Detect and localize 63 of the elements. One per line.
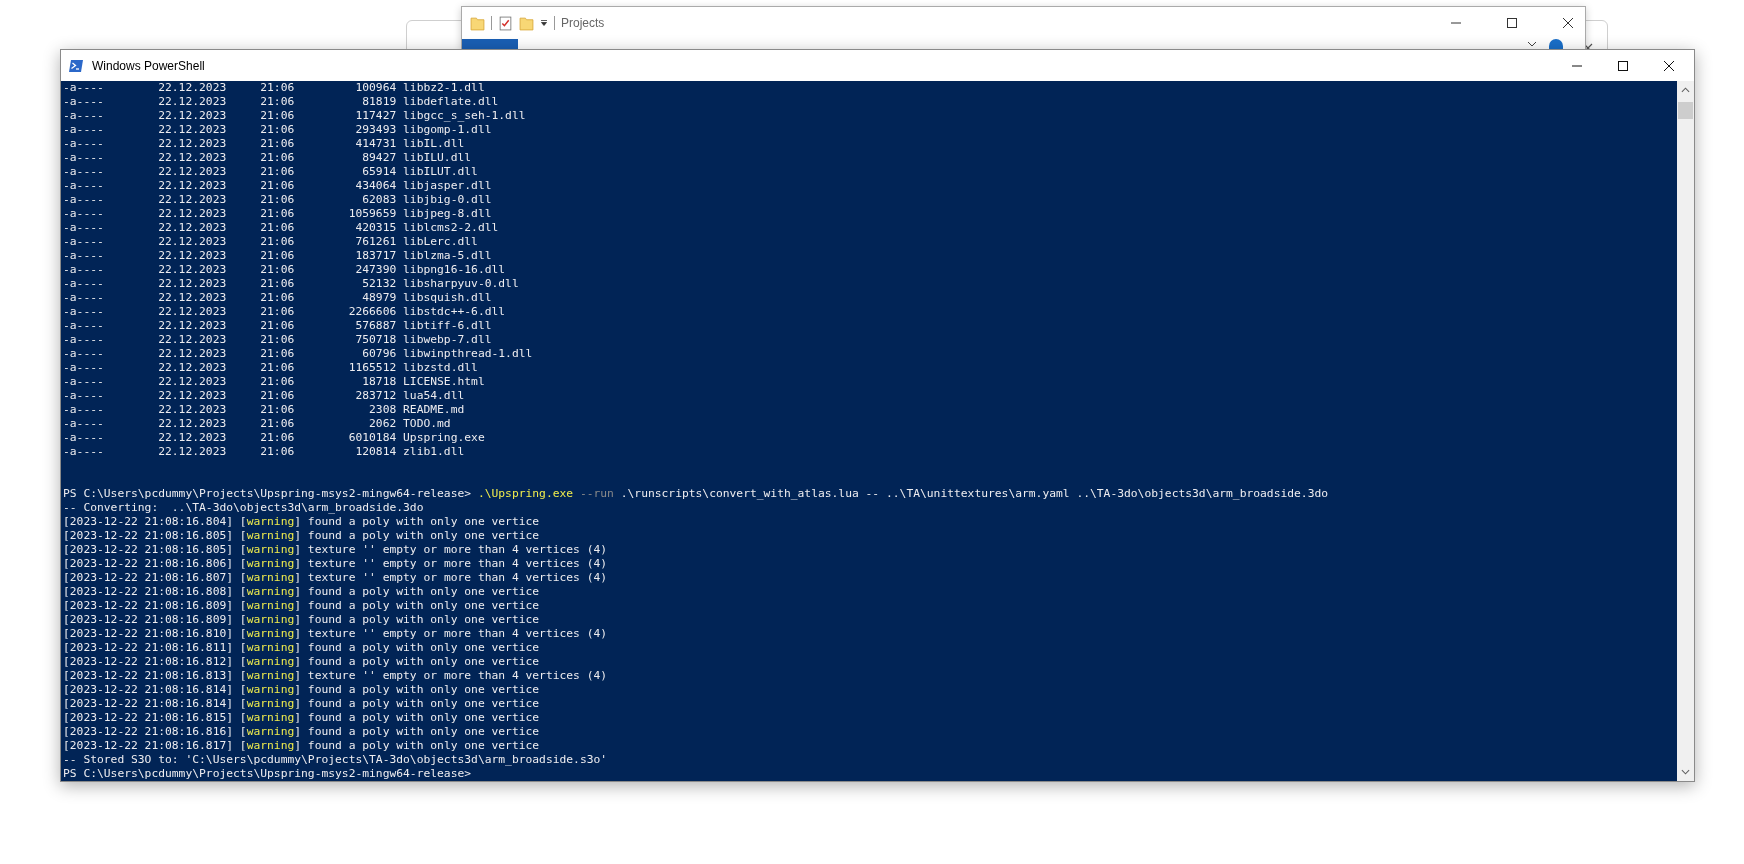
console-line: -a---- 22.12.2023 21:06 2266606 libstdc++-6.dll <box>63 305 507 319</box>
close-icon[interactable] <box>1664 60 1674 71</box>
console-line: [2023-12-22 21:08:16.809] [warning] found a poly with only one vertice <box>63 599 541 613</box>
console-line: [2023-12-22 21:08:16.804] [warning] found a poly with only one vertice <box>63 515 541 529</box>
console-line: [2023-12-22 21:08:16.814] [warning] found a poly with only one vertice <box>63 697 541 711</box>
console-line: -a---- 22.12.2023 21:06 18718 LICENSE.html <box>63 375 486 389</box>
console-line: -a---- 22.12.2023 21:06 120814 zlib1.dll <box>63 445 466 459</box>
console-line: -a---- 22.12.2023 21:06 48979 libsquish.dll <box>63 291 493 305</box>
console-line: -a---- 22.12.2023 21:06 1165512 libzstd.dll <box>63 361 479 375</box>
maximize-icon[interactable] <box>1507 18 1517 28</box>
scrollbar[interactable] <box>1677 81 1694 781</box>
close-icon[interactable] <box>1563 18 1573 28</box>
checklist-icon[interactable] <box>498 15 513 31</box>
console-line: [2023-12-22 21:08:16.814] [warning] found a poly with only one vertice <box>63 683 541 697</box>
console-line: [2023-12-22 21:08:16.817] [warning] found a poly with only one vertice <box>63 739 541 753</box>
console-line: [2023-12-22 21:08:16.811] [warning] found a poly with only one vertice <box>63 641 541 655</box>
dropdown-icon[interactable] <box>540 19 548 27</box>
console-line: -a---- 22.12.2023 21:06 761261 libLerc.dll <box>63 235 479 249</box>
console-line: -a---- 22.12.2023 21:06 420315 liblcms2-2.dll <box>63 221 500 235</box>
console-line: [2023-12-22 21:08:16.816] [warning] found a poly with only one vertice <box>63 725 541 739</box>
console-line: [2023-12-22 21:08:16.809] [warning] found a poly with only one vertice <box>63 613 541 627</box>
terminal-icon <box>68 57 84 74</box>
console-line: -a---- 22.12.2023 21:06 52132 libsharpyuv-0.dll <box>63 277 520 291</box>
help-icon[interactable] <box>1549 39 1563 49</box>
console-line: -a---- 22.12.2023 21:06 434064 libjasper.dll <box>63 179 493 193</box>
console-line: -a---- 22.12.2023 21:06 6010184 Upspring.exe <box>63 431 486 445</box>
console-line: -a---- 22.12.2023 21:06 183717 liblzma-5.dll <box>63 249 493 263</box>
console-line: [2023-12-22 21:08:16.813] [warning] texture '' empty or more than 4 vertices (4) <box>63 669 609 683</box>
console-line: [2023-12-22 21:08:16.806] [warning] texture '' empty or more than 4 vertices (4) <box>63 557 609 571</box>
console-line: -a---- 22.12.2023 21:06 60796 libwinpthread-1.dll <box>63 347 534 361</box>
scroll-down-icon[interactable] <box>1681 769 1690 775</box>
console-line: -a---- 22.12.2023 21:06 89427 libILU.dll <box>63 151 473 165</box>
console-line: -a---- 22.12.2023 21:06 2308 README.md <box>63 403 466 417</box>
console-line: -a---- 22.12.2023 21:06 2062 TODO.md <box>63 417 452 431</box>
console-line: [2023-12-22 21:08:16.807] [warning] texture '' empty or more than 4 vertices (4) <box>63 571 609 585</box>
console-line: [2023-12-22 21:08:16.805] [warning] found a poly with only one vertice <box>63 529 541 543</box>
console-line: [2023-12-22 21:08:16.808] [warning] found a poly with only one vertice <box>63 585 541 599</box>
console-line: -a---- 22.12.2023 21:06 117427 libgcc_s_seh-1.dll <box>63 109 527 123</box>
console-line: -a---- 22.12.2023 21:06 62083 libjbig-0.dll <box>63 193 493 207</box>
console-line: -a---- 22.12.2023 21:06 283712 lua54.dll <box>63 389 466 403</box>
window-title: Windows PowerShell <box>92 58 205 73</box>
console-line: -a---- 22.12.2023 21:06 81819 libdeflate.dll <box>63 95 500 109</box>
console-line: PS C:\Users\pcdummy\Projects\Upspring-msys2-mingw64-release> .\Upspring.exe --run .\runscripts\convert_with_atlas.lua -- ..\TA\unittextures\arm.yaml ..\TA-3do\objects3d\arm_broadside.3do <box>63 487 1330 501</box>
console-line: -a---- 22.12.2023 21:06 100964 libbz2-1.dll <box>63 81 486 95</box>
console-line: [2023-12-22 21:08:16.815] [warning] found a poly with only one vertice <box>63 711 541 725</box>
window-title: Projects <box>561 16 605 30</box>
console-line: [2023-12-22 21:08:16.812] [warning] found a poly with only one vertice <box>63 655 541 669</box>
console-line: -a---- 22.12.2023 21:06 65914 libILUT.dll <box>63 165 479 179</box>
maximize-icon[interactable] <box>1618 60 1628 71</box>
console-line: -a---- 22.12.2023 21:06 247390 libpng16-16.dll <box>63 263 507 277</box>
console-line: -a---- 22.12.2023 21:06 750718 libwebp-7.dll <box>63 333 493 347</box>
console-line: -a---- 22.12.2023 21:06 293493 libgomp-1.dll <box>63 123 493 137</box>
console-line: -- Stored S3O to: 'C:\Users\pcdummy\Projects\TA-3do\objects3d\arm_broadside.s3o' <box>63 753 609 767</box>
console-line: [2023-12-22 21:08:16.810] [warning] texture '' empty or more than 4 vertices (4) <box>63 627 609 641</box>
console-line: [2023-12-22 21:08:16.805] [warning] texture '' empty or more than 4 vertices (4) <box>63 543 609 557</box>
console-line: -a---- 22.12.2023 21:06 1059659 libjpeg-8.dll <box>63 207 493 221</box>
scroll-up-icon[interactable] <box>1681 87 1690 93</box>
console-line: -- Converting: ..\TA-3do\objects3d\arm_broadside.3do <box>63 501 425 515</box>
console-line: -a---- 22.12.2023 21:06 576887 libtiff-6.dll <box>63 319 493 333</box>
console-line: PS C:\Users\pcdummy\Projects\Upspring-msys2-mingw64-release> <box>63 767 473 781</box>
console-line: -a---- 22.12.2023 21:06 414731 libIL.dll <box>63 137 466 151</box>
chevron-icon[interactable] <box>1527 41 1537 47</box>
scroll-thumb[interactable] <box>1678 102 1693 119</box>
